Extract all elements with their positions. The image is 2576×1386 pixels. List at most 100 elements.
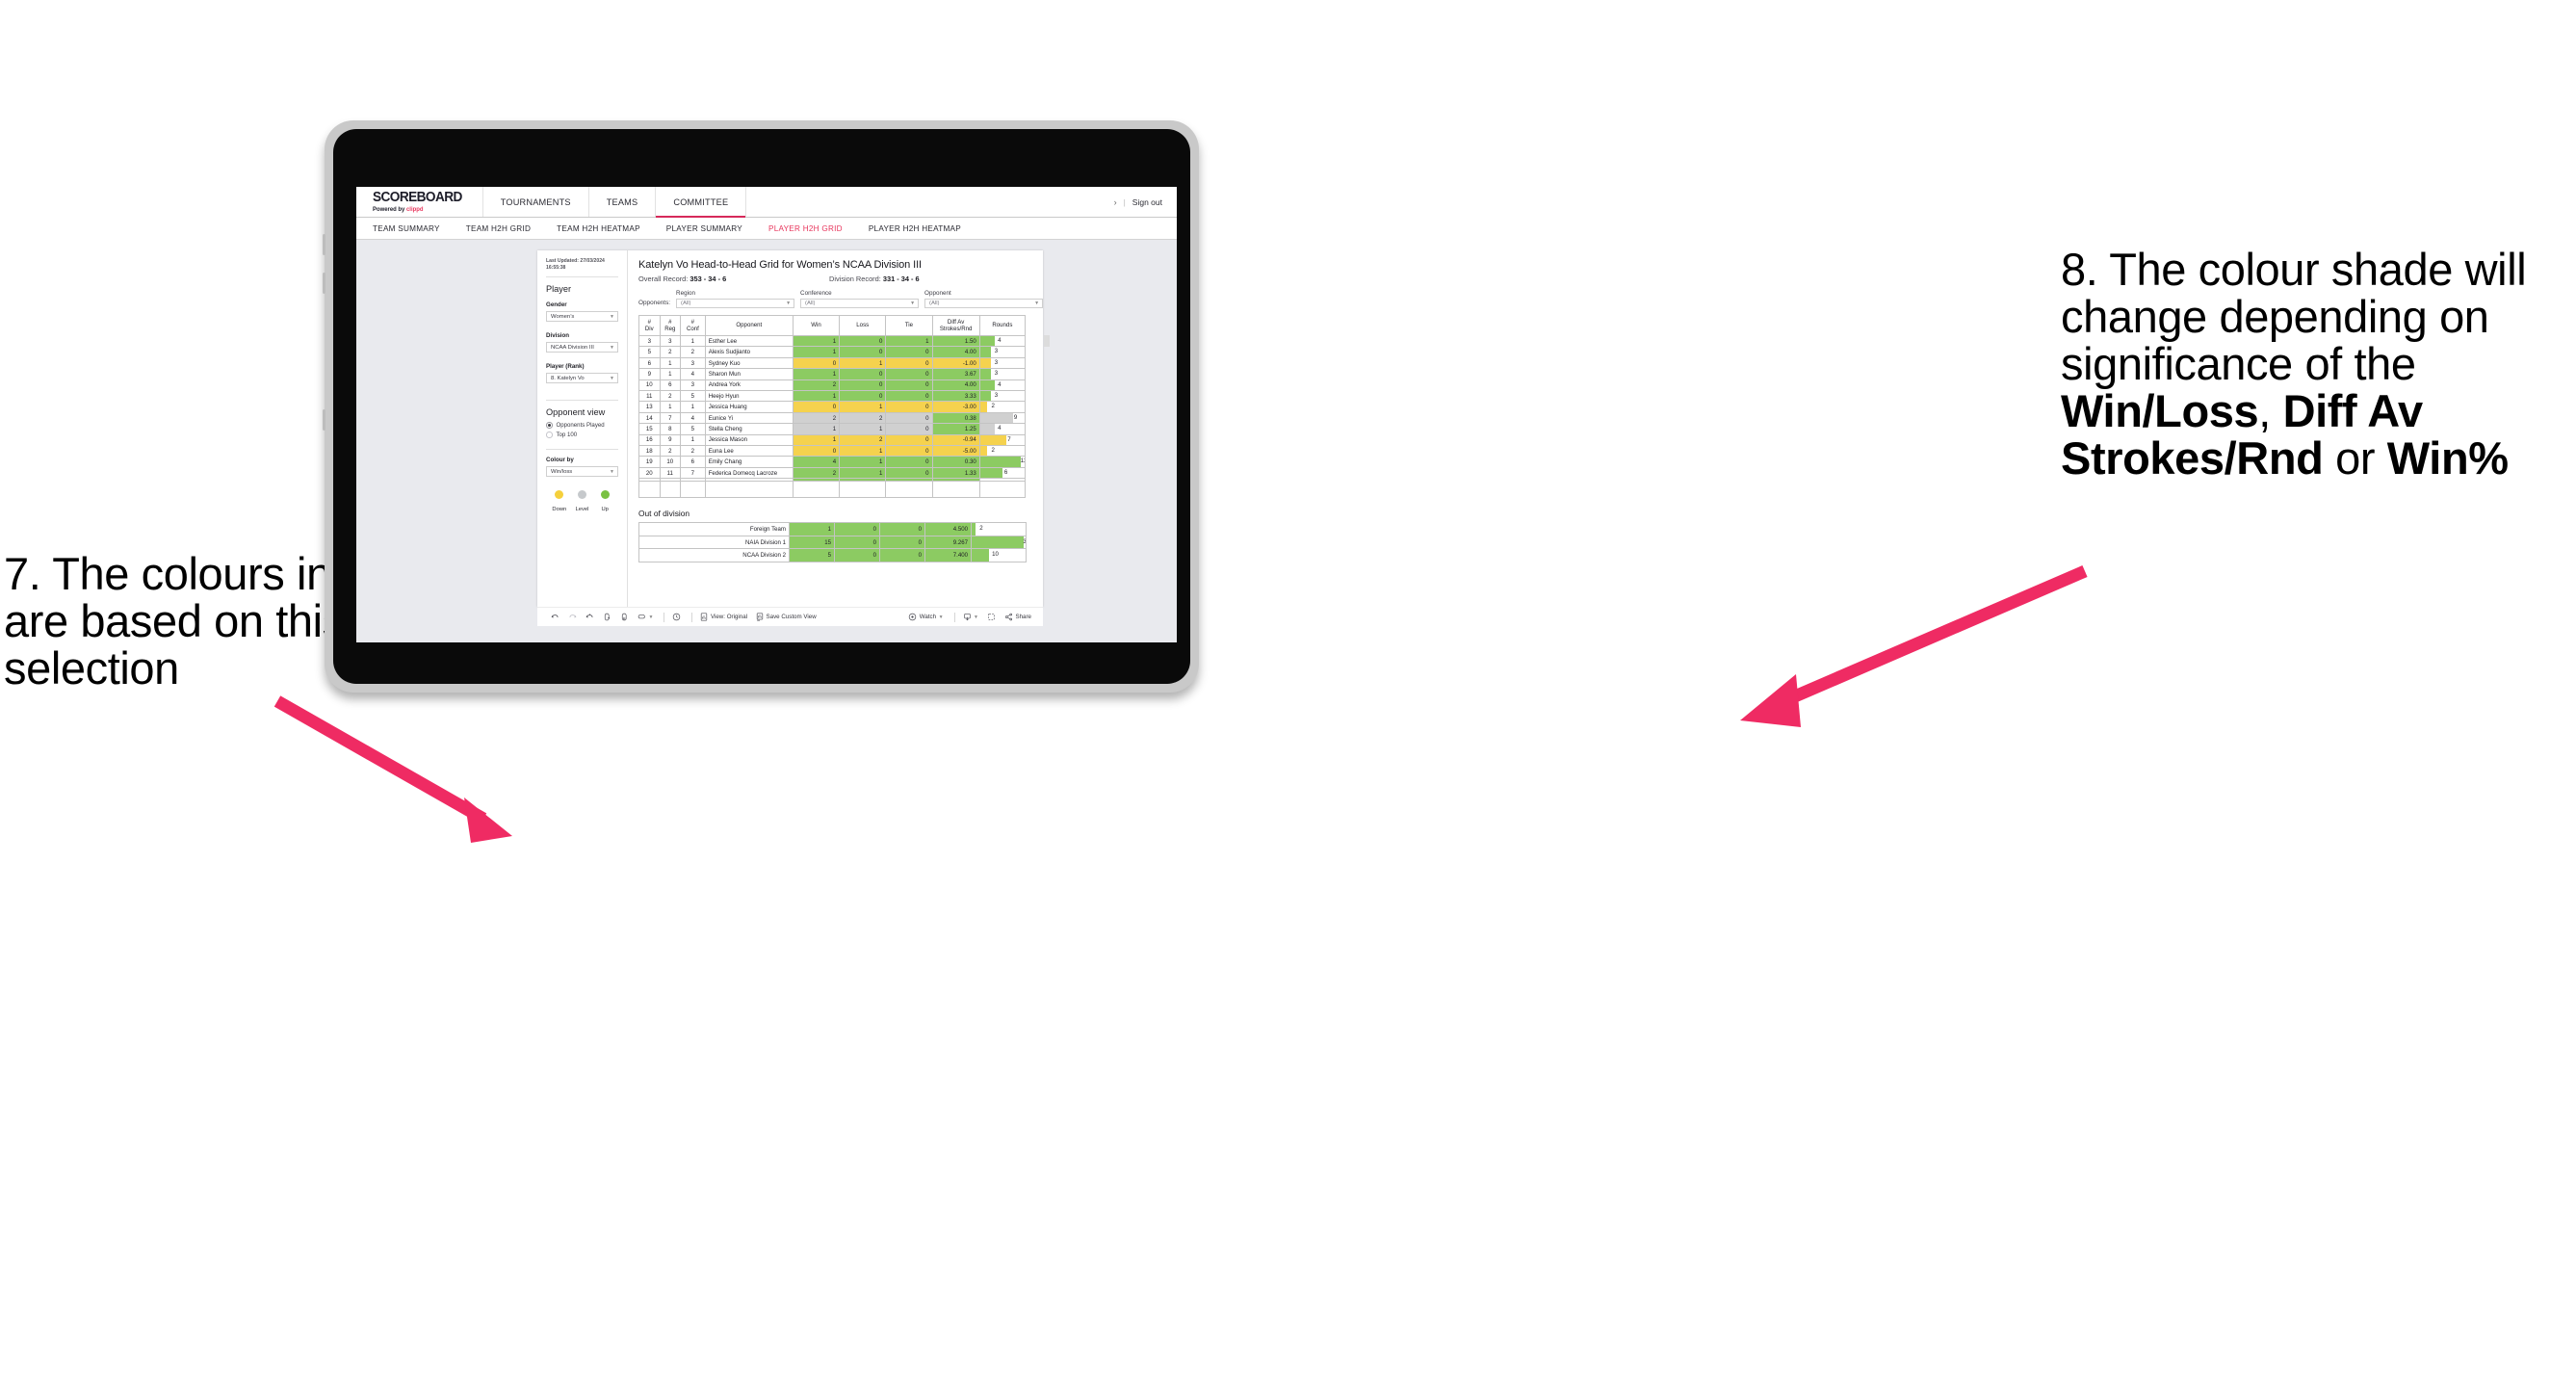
- rounds-bar-cell: 7: [978, 433, 1027, 447]
- subnav-item-player-h2h-heatmap[interactable]: PLAYER H2H HEATMAP: [869, 224, 961, 233]
- toolbar-divider-3: [953, 612, 955, 622]
- colour-legend: Down Level Up: [546, 490, 618, 512]
- sidebar-divider-1: [546, 276, 618, 278]
- table-row[interactable]: 5 2 2 Alexis Sudjianto 1 0 0 4.00 3: [638, 346, 1027, 358]
- tablet-screen: SCOREBOARD Powered by clippd TOURNAMENTS…: [356, 187, 1177, 642]
- table-row[interactable]: 16 9 1 Jessica Mason 1 2 0 -0.94 7: [638, 433, 1027, 447]
- watch-button[interactable]: Watch ▼: [908, 613, 944, 621]
- gender-select[interactable]: Women’s ▼: [546, 311, 618, 323]
- undo-button[interactable]: [551, 613, 559, 621]
- colour-by-select[interactable]: Win/loss ▼: [546, 466, 618, 478]
- subnav-item-player-summary[interactable]: PLAYER SUMMARY: [666, 224, 742, 233]
- table-scrollbar[interactable]: [1044, 335, 1051, 347]
- annotation-8-bold-winpct: Win%: [2386, 431, 2509, 484]
- nav-item-tournaments[interactable]: TOURNAMENTS: [483, 187, 589, 217]
- table-row[interactable]: NCAA Division 2 5 0 0 7.400 10: [638, 548, 1027, 562]
- history-button[interactable]: [672, 613, 681, 621]
- device-layout-dropdown[interactable]: ▼: [637, 614, 653, 620]
- subnav-item-player-h2h-grid[interactable]: PLAYER H2H GRID: [768, 224, 843, 233]
- save-custom-view-button[interactable]: Save Custom View: [756, 613, 817, 621]
- division-record-value: 331 - 34 - 6: [882, 275, 920, 283]
- legend-dot-level: [578, 490, 586, 500]
- brand-logo[interactable]: SCOREBOARD Powered by clippd: [356, 187, 483, 217]
- table-row[interactable]: 3 3 1 Esther Lee 1 0 1 1.50 4: [638, 334, 1027, 348]
- radio-opponents-played[interactable]: Opponents Played: [546, 422, 618, 429]
- gender-label: Gender: [546, 301, 567, 309]
- radio-top-100[interactable]: Top 100: [546, 431, 618, 438]
- table-cell: 11: [659, 466, 682, 480]
- table-cell: NCAA Division 2: [638, 548, 790, 562]
- table-row[interactable]: Foreign Team 1 0 0 4.500 2: [638, 522, 1027, 536]
- table-row[interactable]: 9 1 4 Sharon Mun 1 0 0 3.67 3: [638, 368, 1027, 380]
- table-cell: 2: [839, 411, 887, 425]
- table-cell: 0: [885, 456, 933, 468]
- player-rank-select[interactable]: 8. Katelyn Vo ▼: [546, 373, 618, 384]
- table-row[interactable]: 18 2 2 Euna Lee 0 1 0 -5.00 2: [638, 445, 1027, 458]
- chevron-right-icon[interactable]: ›: [1114, 197, 1117, 207]
- table-cell: [680, 481, 706, 499]
- rounds-bar-cell: 30: [971, 535, 1027, 550]
- subnav-item-team-h2h-heatmap[interactable]: TEAM H2H HEATMAP: [557, 224, 640, 233]
- table-cell: 0: [885, 423, 933, 435]
- col-header-reg: # Reg: [659, 315, 682, 336]
- rounds-bar-value: 4: [998, 425, 1002, 432]
- nav-item-teams[interactable]: TEAMS: [589, 187, 657, 217]
- refresh-data-button[interactable]: [603, 613, 611, 621]
- h2h-table-body: 3 3 1 Esther Lee 1 0 1 1.50 4 5 2 2 Alexis Sudjianto…: [638, 334, 1027, 499]
- table-cell: 2: [659, 346, 682, 358]
- sign-out-link[interactable]: Sign out: [1132, 197, 1162, 207]
- sidebar-divider-3: [546, 449, 618, 451]
- table-cell: 0.30: [931, 456, 980, 468]
- table-row[interactable]: 10 6 3 Andrea York 2 0 0 4.00 4: [638, 379, 1027, 392]
- share-button[interactable]: Share: [1004, 613, 1031, 621]
- division-select[interactable]: NCAA Division III ▼: [546, 342, 618, 353]
- annotation-8-arrow: [1740, 565, 2088, 727]
- nav-item-committee[interactable]: COMMITTEE: [656, 187, 747, 218]
- filter-opponent-select[interactable]: (All) ▼: [924, 299, 1044, 308]
- table-row[interactable]: 13 1 1 Jessica Huang 0 1 0 -3.00 2: [638, 401, 1027, 413]
- view-original-button[interactable]: View: Original: [700, 613, 747, 621]
- table-cell: [978, 481, 1027, 499]
- table-cell: 13: [638, 401, 661, 413]
- radio-top-100-label: Top 100: [556, 431, 578, 439]
- table-cell: 20: [638, 466, 661, 480]
- nav-separator: |: [1123, 196, 1126, 207]
- col-header-conf-line1: #: [690, 318, 695, 326]
- table-cell: 1: [659, 356, 682, 370]
- table-cell: 1: [839, 456, 887, 468]
- rounds-bar-cell: 10: [971, 548, 1027, 562]
- table-row[interactable]: 14 7 4 Eunice Yi 2 2 0 0.38 9: [638, 411, 1027, 425]
- table-cell: 0: [885, 356, 933, 370]
- table-cell: [839, 481, 887, 499]
- table-cell: 0: [834, 535, 880, 550]
- power-button: [323, 409, 325, 431]
- table-row[interactable]: 11 2 5 Heejo Hyun 1 0 0 3.33 3: [638, 390, 1027, 403]
- filter-conference-label: Conference: [800, 290, 832, 297]
- subnav-item-team-h2h-grid[interactable]: TEAM H2H GRID: [466, 224, 531, 233]
- chevron-down-icon: ▼: [648, 614, 654, 620]
- redo-button[interactable]: [568, 613, 577, 621]
- table-cell: 11: [638, 390, 661, 403]
- table-row[interactable]: 20 11 7 Federica Domecq Lacroze 2 1 0 1.33 6: [638, 466, 1027, 480]
- filter-opponent-label: Opponent: [924, 290, 951, 297]
- fullscreen-button[interactable]: [987, 613, 996, 621]
- rounds-bar-cell: 3: [978, 390, 1027, 403]
- filter-region-select[interactable]: (All) ▼: [676, 299, 795, 308]
- table-cell: [885, 481, 933, 499]
- rounds-bar-cell: 2: [978, 445, 1027, 458]
- table-cell: 1: [792, 423, 841, 435]
- table-cell: [931, 481, 980, 499]
- download-button[interactable]: ▼: [963, 613, 978, 621]
- rounds-bar-fill: [972, 549, 990, 562]
- table-row[interactable]: 15 8 5 Stella Cheng 1 1 0 1.25 4: [638, 423, 1027, 435]
- subnav-item-team-summary[interactable]: TEAM SUMMARY: [373, 224, 440, 233]
- filter-conference-select[interactable]: (All) ▼: [800, 299, 920, 308]
- division-record: Division Record: 331 - 34 - 6: [829, 275, 920, 283]
- table-row[interactable]: 19106Emily Chang4100.3011: [638, 456, 1027, 468]
- revert-button[interactable]: [585, 613, 594, 621]
- pause-updates-button[interactable]: [620, 613, 629, 621]
- col-header-reg-line2: Reg: [664, 326, 676, 332]
- table-row[interactable]: NAIA Division 115009.26730: [638, 535, 1027, 550]
- table-row[interactable]: 6 1 3 Sydney Kuo 0 1 0 -1.00 3: [638, 356, 1027, 370]
- rounds-bar-cell: 2: [971, 522, 1027, 536]
